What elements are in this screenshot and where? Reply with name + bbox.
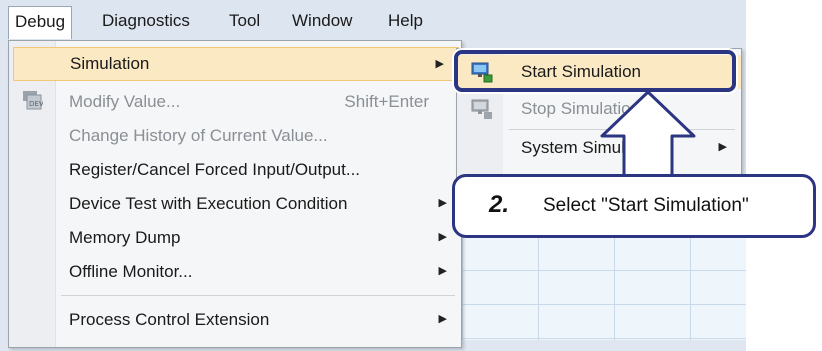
callout-text: Select "Start Simulation" (543, 195, 749, 216)
step-number: 2. (489, 191, 510, 218)
up-arrow-icon (600, 90, 696, 178)
instruction-callout: 2. Select "Start Simulation" (452, 174, 816, 238)
